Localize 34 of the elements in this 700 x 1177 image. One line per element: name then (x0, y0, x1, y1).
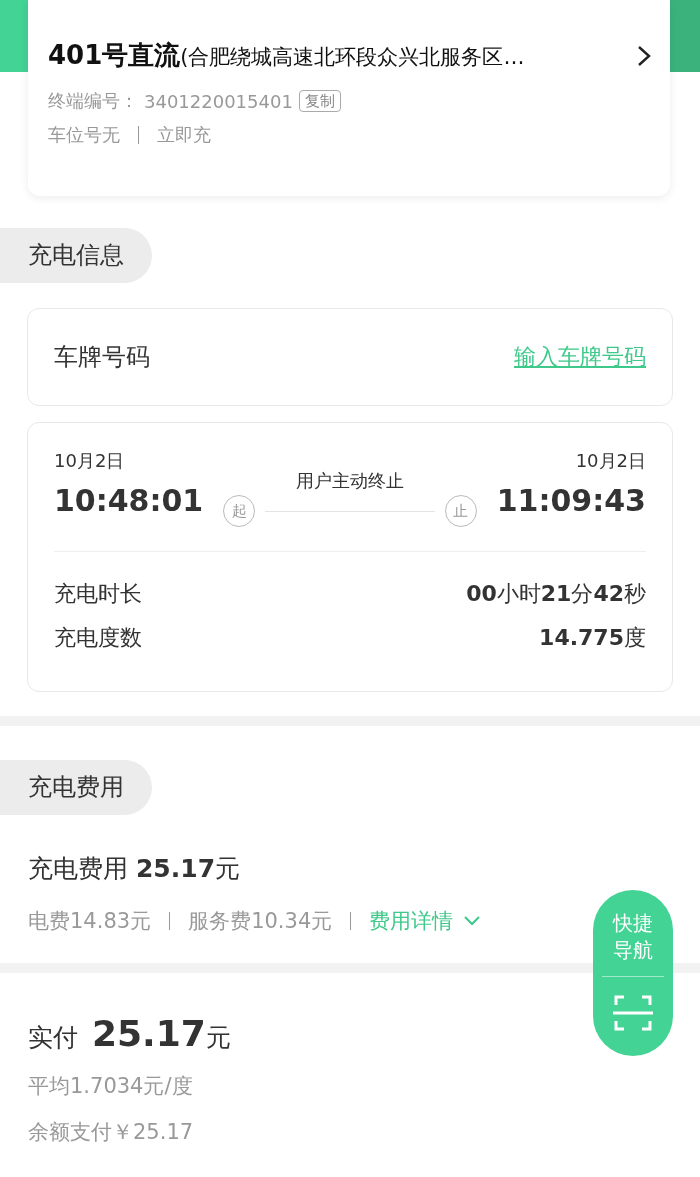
paid-unit: 元 (205, 1022, 231, 1054)
chevron-down-icon (463, 915, 482, 927)
average-price: 平均1.7034元/度 (28, 1073, 194, 1100)
start-time: 10:48:01 (54, 483, 204, 518)
paid-amount: 25.17 (92, 1013, 206, 1054)
plate-label: 车牌号码 (54, 342, 150, 373)
stat-value: 00小时21分42秒 (466, 580, 646, 608)
copy-button[interactable]: 复制 (298, 90, 341, 112)
station-card[interactable]: 401号直流(合肥绕城高速北环段众兴北服务区… 终端编号： 3401220015401 复制 车位号无 立即充 (28, 0, 670, 196)
section-tag: 充电费用 (0, 760, 152, 815)
station-meta: 车位号无 (48, 123, 120, 147)
stop-reason: 用户主动终止 (296, 469, 404, 493)
fee-item: 电费14.83元 (28, 908, 152, 935)
station-meta: 立即充 (157, 123, 211, 147)
terminal-label: 终端编号： (48, 89, 138, 113)
end-time: 11:09:43 (496, 483, 646, 518)
fee-item: 服务费10.34元 (188, 908, 333, 935)
stat-label: 充电时长 (54, 580, 142, 608)
paid-label: 实付 (28, 1022, 78, 1054)
station-title: 401号直流(合肥绕城高速北环段众兴北服务区… (48, 39, 525, 72)
fee-total: 充电费用 25.17元 (28, 853, 242, 885)
quick-nav-button[interactable]: 快捷导航 (609, 910, 657, 964)
side-strip (670, 0, 700, 72)
start-date: 10月2日 (54, 449, 126, 473)
stat-label: 充电度数 (54, 624, 142, 652)
payment-method: 余额支付￥25.17 (28, 1119, 195, 1146)
chevron-right-icon[interactable] (636, 43, 652, 68)
fee-details-link[interactable]: 费用详情 (369, 907, 482, 935)
stat-value: 14.775度 (539, 624, 646, 652)
side-strip (0, 0, 30, 72)
section-tag: 充电信息 (0, 228, 152, 283)
terminal-number: 3401220015401 (144, 90, 293, 112)
end-date: 10月2日 (575, 449, 646, 473)
plate-link[interactable]: 输入车牌号码 (514, 342, 646, 372)
